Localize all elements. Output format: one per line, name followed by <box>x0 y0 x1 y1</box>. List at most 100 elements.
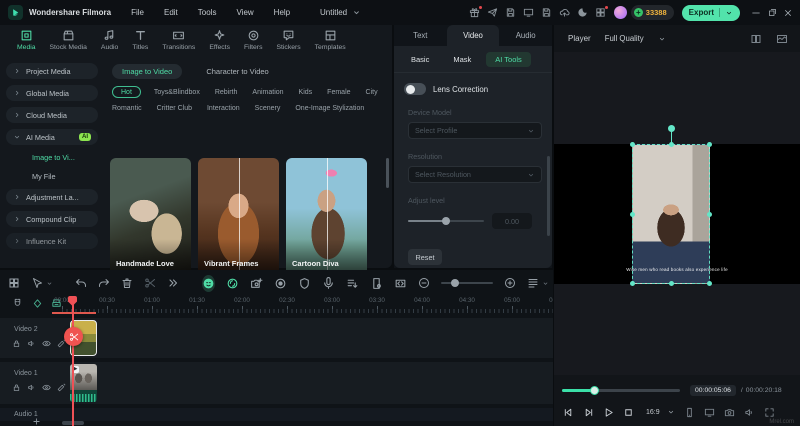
close-icon[interactable] <box>780 4 796 22</box>
fullscreen-icon[interactable] <box>764 407 775 418</box>
mute-icon[interactable] <box>27 383 36 392</box>
sidebar-item-ai-media[interactable]: AI MediaAI <box>6 129 98 145</box>
chip-animation[interactable]: Animation <box>252 89 283 96</box>
display-icon[interactable] <box>520 4 538 22</box>
share-icon[interactable] <box>484 4 502 22</box>
sidebar-item-global-media[interactable]: Global Media <box>6 85 98 101</box>
project-title-chevron-icon[interactable] <box>352 8 361 17</box>
export-chevron-icon[interactable] <box>725 9 733 17</box>
keyframe-icon[interactable] <box>32 298 43 309</box>
tab-titles[interactable]: Titles <box>125 29 155 51</box>
cloud-upload-icon[interactable] <box>556 4 574 22</box>
menu-view[interactable]: View <box>236 8 253 17</box>
maximize-icon[interactable] <box>764 4 780 22</box>
more-tools-icon[interactable] <box>167 277 179 289</box>
sidebar-item-my-file[interactable]: My File <box>6 170 98 182</box>
device-model-select[interactable]: Select Profile <box>408 122 542 139</box>
tab-image-to-video[interactable]: Image to Video <box>112 64 182 79</box>
delete-icon[interactable] <box>121 277 133 289</box>
progress-slider[interactable] <box>562 389 680 392</box>
lock-icon[interactable] <box>12 339 21 348</box>
next-frame-icon[interactable] <box>583 407 594 418</box>
tab-text[interactable]: Text <box>394 25 447 46</box>
frame-preview-icon[interactable] <box>776 33 788 45</box>
sidebar-item-image-to-video[interactable]: Image to Vi... <box>6 151 98 163</box>
chip-city[interactable]: City <box>366 89 378 96</box>
coin-balance[interactable]: + 33388 <box>631 5 674 20</box>
hide-icon[interactable] <box>42 383 51 392</box>
voiceover-mic-icon[interactable] <box>322 277 335 290</box>
sidebar-item-adjustment-layer[interactable]: Adjustment La... <box>6 189 98 205</box>
lens-correction-toggle[interactable] <box>404 83 426 95</box>
timeline-ruler[interactable]: 00:00 00:30 01:00 01:30 02:00 02:30 03:0… <box>0 296 553 314</box>
rotation-handle[interactable] <box>668 125 675 132</box>
chip-critter-club[interactable]: Critter Club <box>157 105 192 112</box>
sidebar-item-project-media[interactable]: Project Media <box>6 63 98 79</box>
chip-one-image-stylization[interactable]: One-Image Stylization <box>295 105 364 112</box>
lock-icon[interactable] <box>12 383 21 392</box>
chip-hot[interactable]: Hot <box>112 86 141 98</box>
snapshot-icon[interactable] <box>250 277 263 290</box>
track-height-caret-icon[interactable] <box>542 280 549 287</box>
playhead-line[interactable] <box>72 296 74 426</box>
resize-handle-n[interactable] <box>669 142 674 147</box>
play-icon[interactable] <box>603 407 614 418</box>
hide-icon[interactable] <box>42 339 51 348</box>
chip-rebirth[interactable]: Rebirth <box>215 89 238 96</box>
slider-handle[interactable] <box>442 217 450 225</box>
mute-icon[interactable] <box>27 339 36 348</box>
gift-icon[interactable] <box>466 4 484 22</box>
save-icon[interactable] <box>538 4 556 22</box>
device-rotate-icon[interactable] <box>684 407 695 418</box>
resize-handle-e[interactable] <box>707 212 712 217</box>
progress-handle[interactable] <box>590 386 599 395</box>
workspace-icon[interactable] <box>592 4 610 22</box>
snap-icon[interactable] <box>12 298 23 309</box>
redo-icon[interactable] <box>98 277 110 289</box>
zoom-in-icon[interactable] <box>504 277 516 289</box>
chip-interaction[interactable]: Interaction <box>207 105 240 112</box>
menu-edit[interactable]: Edit <box>164 8 178 17</box>
resize-handle-nw[interactable] <box>630 142 635 147</box>
zoom-slider-handle[interactable] <box>451 279 459 287</box>
aspect-ratio-select[interactable]: 16:9 <box>646 408 675 416</box>
tab-stock-media[interactable]: Stock Media <box>43 29 94 51</box>
tab-templates[interactable]: Templates <box>308 29 353 51</box>
resize-handle-sw[interactable] <box>630 281 635 286</box>
record-icon[interactable] <box>274 277 287 290</box>
resize-handle-s[interactable] <box>669 281 674 286</box>
sidebar-item-compound-clip[interactable]: Compound Clip <box>6 211 98 227</box>
tab-character-to-video[interactable]: Character to Video <box>196 64 278 79</box>
save-as-icon[interactable] <box>502 4 520 22</box>
chip-romantic[interactable]: Romantic <box>112 105 142 112</box>
chip-female[interactable]: Female <box>327 89 350 96</box>
adjust-level-value[interactable]: 0.00 <box>492 213 532 229</box>
resize-handle-se[interactable] <box>707 281 712 286</box>
audio-to-text-icon[interactable] <box>346 277 359 290</box>
scrollbar[interactable] <box>547 156 550 236</box>
undo-icon[interactable] <box>75 277 87 289</box>
track-video-2[interactable]: Video 2 <box>0 318 553 358</box>
theme-toggle-icon[interactable] <box>574 4 592 22</box>
effects-icon[interactable] <box>57 383 66 392</box>
device-preview-icon[interactable] <box>370 277 383 290</box>
sidebar-item-cloud-media[interactable]: Cloud Media <box>6 107 98 123</box>
minimize-icon[interactable] <box>748 4 764 22</box>
menu-tools[interactable]: Tools <box>198 8 217 17</box>
menu-help[interactable]: Help <box>274 8 290 17</box>
avatar[interactable] <box>614 6 627 19</box>
split-screen-icon[interactable] <box>750 33 762 45</box>
add-track-button[interactable] <box>32 417 41 426</box>
mirror-display-icon[interactable] <box>704 407 715 418</box>
export-button[interactable]: Export <box>682 5 740 21</box>
subtab-basic[interactable]: Basic <box>402 52 438 67</box>
mask-tool-icon[interactable] <box>298 277 311 290</box>
chip-toys-blindbox[interactable]: Toys&Blindbox <box>154 89 200 96</box>
ai-portrait-icon[interactable] <box>202 275 215 292</box>
split-at-playhead-button[interactable] <box>64 327 83 346</box>
track-video-1[interactable]: Video 1 ▶ <box>0 362 553 404</box>
template-card-vibrant-frames[interactable]: Vibrant Frames Create › <box>198 158 279 284</box>
fit-timeline-icon[interactable] <box>394 277 407 290</box>
snapshot-icon[interactable] <box>724 407 735 418</box>
tab-audio[interactable]: Audio <box>499 25 552 46</box>
